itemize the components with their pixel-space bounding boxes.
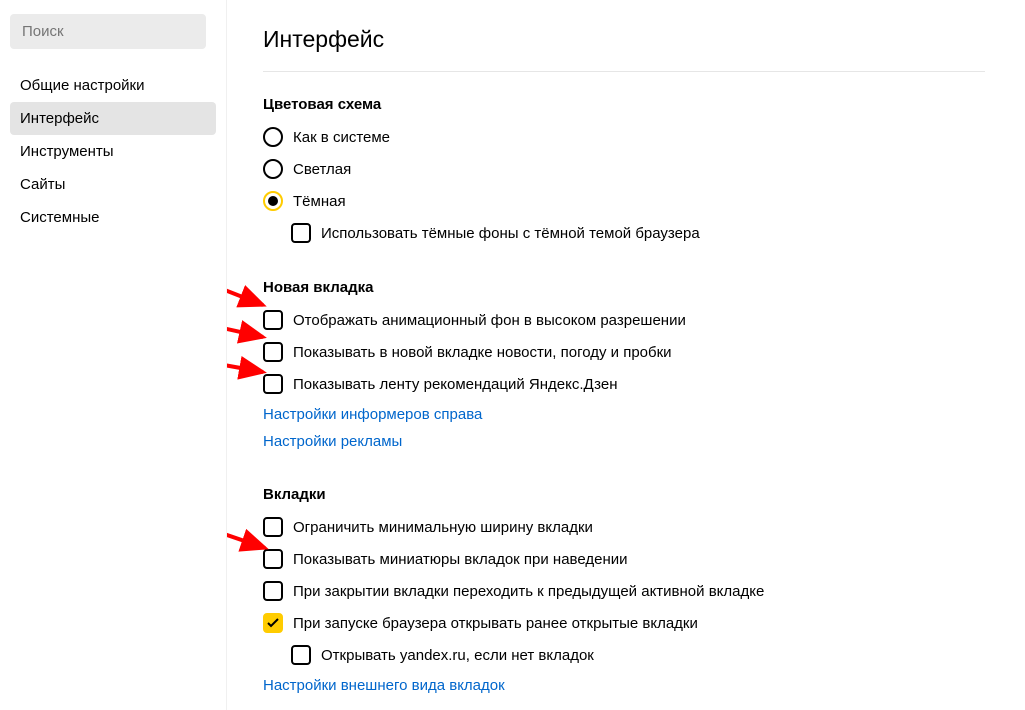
- link-informers[interactable]: Настройки информеров справа: [263, 406, 985, 423]
- nav-item-sites[interactable]: Сайты: [10, 168, 216, 201]
- section-title-color-scheme: Цветовая схема: [263, 96, 985, 113]
- main-content: Интерфейс Цветовая схема Как в системе С…: [227, 0, 1025, 710]
- checkbox-label-open-yandex: Открывать yandex.ru, если нет вкладок: [321, 647, 594, 664]
- checkbox-close-prev[interactable]: [263, 581, 283, 601]
- checkbox-label-thumbnails: Показывать миниатюры вкладок при наведен…: [293, 551, 628, 568]
- radio-dark[interactable]: [263, 191, 283, 211]
- section-title-tabs: Вкладки: [263, 486, 985, 503]
- radio-label-system: Как в системе: [293, 129, 390, 146]
- section-tabs: Вкладки Ограничить минимальную ширину вк…: [263, 486, 985, 694]
- nav-item-general[interactable]: Общие настройки: [10, 69, 216, 102]
- search-input[interactable]: [10, 14, 206, 49]
- checkbox-label-restore-tabs: При запуске браузера открывать ранее отк…: [293, 615, 698, 632]
- checkbox-label-zen: Показывать ленту рекомендаций Яндекс.Дзе…: [293, 376, 618, 393]
- checkbox-restore-tabs[interactable]: [263, 613, 283, 633]
- divider: [263, 71, 985, 72]
- checkbox-dark-bg[interactable]: [291, 223, 311, 243]
- sidebar: Общие настройки Интерфейс Инструменты Са…: [0, 0, 227, 710]
- radio-light[interactable]: [263, 159, 283, 179]
- checkbox-thumbnails[interactable]: [263, 549, 283, 569]
- checkbox-label-anim-bg: Отображать анимационный фон в высоком ра…: [293, 312, 686, 329]
- checkbox-open-yandex[interactable]: [291, 645, 311, 665]
- radio-label-dark: Тёмная: [293, 193, 346, 210]
- radio-system[interactable]: [263, 127, 283, 147]
- checkbox-label-news: Показывать в новой вкладке новости, пого…: [293, 344, 672, 361]
- link-ads[interactable]: Настройки рекламы: [263, 433, 985, 450]
- section-new-tab: Новая вкладка Отображать анимационный фо…: [263, 279, 985, 450]
- section-color-scheme: Цветовая схема Как в системе Светлая Тём…: [263, 96, 985, 243]
- radio-label-light: Светлая: [293, 161, 351, 178]
- checkbox-label-dark-bg: Использовать тёмные фоны с тёмной темой …: [321, 225, 700, 242]
- checkbox-min-width[interactable]: [263, 517, 283, 537]
- nav-item-system[interactable]: Системные: [10, 201, 216, 234]
- checkbox-label-min-width: Ограничить минимальную ширину вкладки: [293, 519, 593, 536]
- checkbox-news[interactable]: [263, 342, 283, 362]
- checkbox-zen[interactable]: [263, 374, 283, 394]
- checkbox-anim-bg[interactable]: [263, 310, 283, 330]
- page-title: Интерфейс: [263, 26, 985, 53]
- nav-item-tools[interactable]: Инструменты: [10, 135, 216, 168]
- link-tab-appearance[interactable]: Настройки внешнего вида вкладок: [263, 677, 985, 694]
- nav-item-interface[interactable]: Интерфейс: [10, 102, 216, 135]
- checkbox-label-close-prev: При закрытии вкладки переходить к предыд…: [293, 583, 764, 600]
- section-title-new-tab: Новая вкладка: [263, 279, 985, 296]
